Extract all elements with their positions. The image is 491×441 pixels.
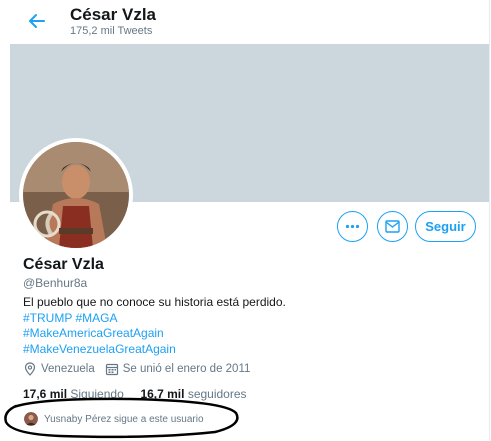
more-button[interactable] bbox=[337, 211, 368, 242]
column-divider bbox=[489, 0, 490, 441]
hand-drawn-annotation-circle bbox=[4, 397, 239, 439]
hashtag-link[interactable]: #MAGA bbox=[75, 311, 117, 325]
profile-name: César Vzla bbox=[23, 256, 104, 273]
follow-button[interactable]: Seguir bbox=[415, 211, 476, 242]
calendar-icon bbox=[105, 363, 118, 376]
tweet-count: 175,2 mil Tweets bbox=[70, 25, 153, 37]
profile-meta: Venezuela Se unió el enero de 2011 bbox=[23, 362, 260, 376]
hashtag-link[interactable]: #MakeAmericaGreatAgain bbox=[23, 326, 164, 340]
hashtag-link[interactable]: #MakeVenezuelaGreatAgain bbox=[23, 342, 176, 356]
location-text: Venezuela bbox=[41, 363, 95, 375]
location-pin-icon bbox=[24, 362, 36, 376]
header-title: César Vzla bbox=[70, 5, 156, 24]
location-item: Venezuela bbox=[23, 362, 95, 376]
arrow-left-icon bbox=[29, 14, 45, 28]
back-button[interactable] bbox=[26, 10, 48, 32]
bio-text: El pueblo que no conoce su historia está… bbox=[23, 295, 286, 309]
joined-item: Se unió el enero de 2011 bbox=[105, 362, 251, 376]
profile-header: César Vzla 175,2 mil Tweets bbox=[0, 0, 491, 44]
message-button[interactable] bbox=[377, 211, 408, 242]
mail-icon bbox=[385, 220, 400, 233]
joined-text: Se unió el enero de 2011 bbox=[122, 363, 251, 375]
profile-bio: El pueblo que no conoce su historia está… bbox=[23, 295, 463, 357]
more-horizontal-icon bbox=[345, 224, 360, 229]
avatar-image bbox=[23, 142, 129, 248]
profile-handle: @Benhur8a bbox=[23, 276, 88, 290]
hashtag-link[interactable]: #TRUMP bbox=[23, 311, 72, 325]
profile-avatar[interactable] bbox=[19, 138, 133, 252]
